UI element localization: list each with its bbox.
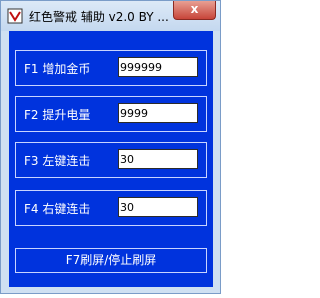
row-power: F2 提升电量 bbox=[15, 96, 207, 132]
refresh-toggle-button[interactable]: F7刷屏/停止刷屏 bbox=[15, 248, 207, 273]
left-click-input[interactable] bbox=[118, 149, 198, 169]
row-right-click: F4 右键连击 bbox=[15, 190, 207, 226]
power-input[interactable] bbox=[118, 103, 198, 123]
close-icon: x bbox=[190, 2, 199, 16]
row-left-click: F3 左键连击 bbox=[15, 142, 207, 178]
title-bar[interactable]: 红色警戒 辅助 v2.0 BY ... x bbox=[1, 1, 220, 31]
close-button[interactable]: x bbox=[173, 1, 216, 20]
app-icon bbox=[7, 8, 23, 24]
row-label-right-click: F4 右键连击 bbox=[24, 202, 91, 216]
right-click-input[interactable] bbox=[118, 197, 198, 217]
row-label-left-click: F3 左键连击 bbox=[24, 154, 91, 168]
gold-input[interactable] bbox=[118, 57, 198, 77]
window-title: 红色警戒 辅助 v2.0 BY ... bbox=[29, 10, 169, 24]
row-label-power: F2 提升电量 bbox=[24, 108, 91, 122]
row-add-gold: F1 增加金币 bbox=[15, 50, 207, 86]
app-window: 红色警戒 辅助 v2.0 BY ... x F1 增加金币 F2 提升电量 F3… bbox=[0, 0, 221, 294]
row-label-add-gold: F1 增加金币 bbox=[24, 62, 91, 76]
